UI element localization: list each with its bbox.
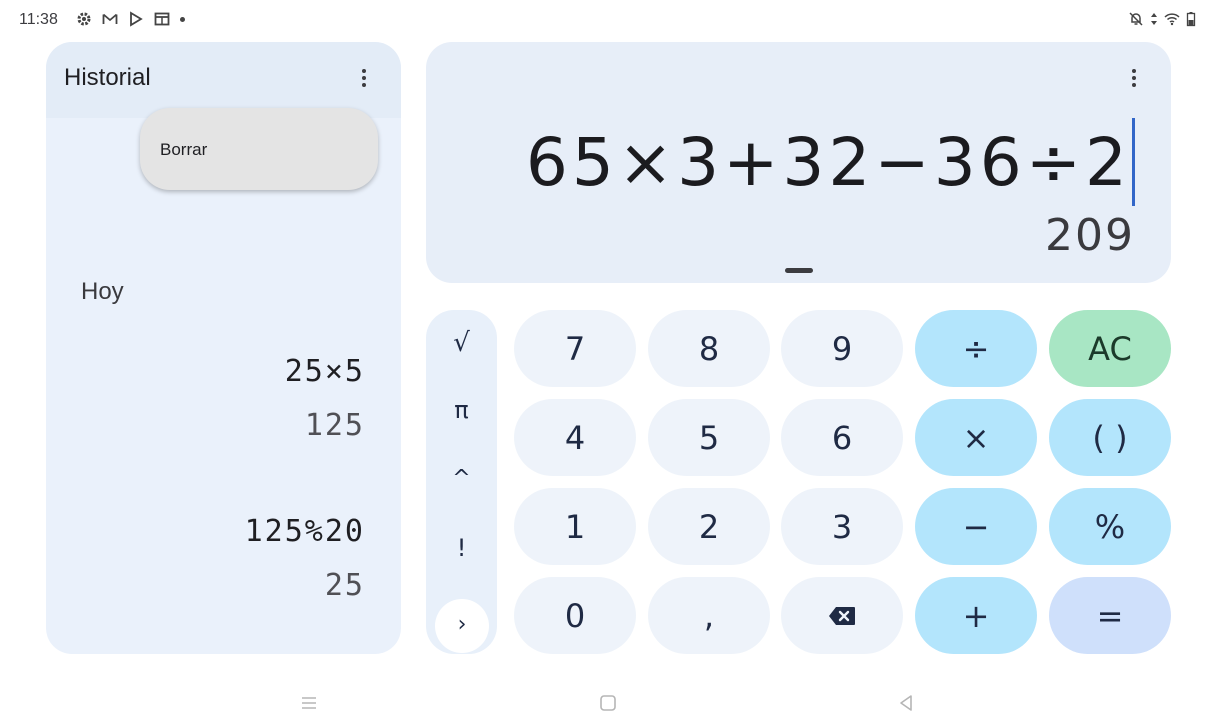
history-title: Historial (64, 64, 151, 91)
status-bar: 11:38 (0, 0, 1214, 40)
factorial-key[interactable]: ! (426, 534, 497, 574)
status-time: 11:38 (19, 11, 58, 28)
text-cursor (1132, 118, 1135, 206)
calculator-app: 11:38 Historial Borrar Hoy 25×5 125 125%… (0, 0, 1214, 720)
menu-icon[interactable] (298, 692, 320, 714)
status-icons-right (1128, 11, 1196, 27)
key-8[interactable]: 8 (648, 310, 770, 387)
key-7[interactable]: 7 (514, 310, 636, 387)
battery-icon (1186, 12, 1196, 27)
key-9[interactable]: 9 (781, 310, 903, 387)
backspace-icon (829, 606, 855, 625)
expression-display[interactable]: 65×3+32−36÷2 (526, 124, 1131, 201)
all-clear-key[interactable]: AC (1049, 310, 1171, 387)
wifi-icon (1164, 13, 1180, 26)
home-icon[interactable] (597, 692, 619, 714)
history-entry-result[interactable]: 125 (305, 408, 365, 443)
backspace-key[interactable] (781, 577, 903, 654)
gmail-icon (102, 13, 118, 24)
key-2[interactable]: 2 (648, 488, 770, 565)
window-icon (154, 12, 170, 26)
equals-key[interactable]: = (1049, 577, 1171, 654)
key-5[interactable]: 5 (648, 399, 770, 476)
pi-key[interactable]: π (426, 396, 497, 436)
history-entry-expression[interactable]: 25×5 (285, 354, 365, 389)
result-preview: 209 (1045, 210, 1135, 261)
notifications-off-icon (1129, 12, 1143, 26)
multiply-key[interactable]: × (915, 399, 1037, 476)
parentheses-key[interactable]: ( ) (1049, 399, 1171, 476)
key-4[interactable]: 4 (514, 399, 636, 476)
key-6[interactable]: 6 (781, 399, 903, 476)
expand-scientific-icon[interactable]: › (435, 599, 489, 653)
clear-history-label: Borrar (160, 140, 208, 159)
back-icon[interactable] (895, 692, 917, 714)
history-entry-result[interactable]: 25 (325, 568, 365, 603)
history-header: Historial (46, 42, 401, 118)
more-options-icon[interactable] (1122, 66, 1146, 90)
decimal-comma-key[interactable]: , (648, 577, 770, 654)
history-more-options-icon[interactable] (352, 66, 376, 90)
key-3[interactable]: 3 (781, 488, 903, 565)
history-section-label: Hoy (81, 278, 124, 305)
notification-dot (180, 16, 185, 22)
clear-history-menu-item[interactable]: Borrar (140, 108, 378, 190)
subtract-key[interactable]: − (915, 488, 1037, 565)
sqrt-key[interactable]: √ (426, 328, 497, 368)
status-icons-left (76, 11, 185, 27)
history-entry-expression[interactable]: 125%20 (245, 514, 365, 549)
key-1[interactable]: 1 (514, 488, 636, 565)
scientific-functions-panel: √ π ^ ! › (426, 310, 497, 654)
display-panel: 65×3+32−36÷2 209 (426, 42, 1171, 283)
navigation-bar (0, 688, 1214, 720)
power-key[interactable]: ^ (426, 466, 497, 506)
drag-handle[interactable] (785, 268, 813, 273)
add-key[interactable]: + (915, 577, 1037, 654)
play-store-icon (130, 11, 143, 27)
settings-icon (77, 12, 91, 26)
divide-key[interactable]: ÷ (915, 310, 1037, 387)
data-arrows-icon (1151, 13, 1157, 25)
history-panel: Historial Borrar Hoy 25×5 125 125%20 25 (46, 42, 401, 654)
key-0[interactable]: 0 (514, 577, 636, 654)
percent-key[interactable]: % (1049, 488, 1171, 565)
